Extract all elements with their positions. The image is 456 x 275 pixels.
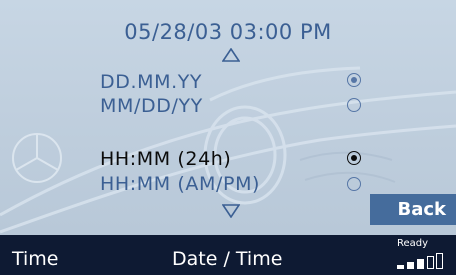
triangle-up-icon[interactable]: [222, 48, 240, 62]
time-format-radio-ampm[interactable]: [347, 177, 361, 191]
current-datetime: 05/28/03 03:00 PM: [124, 20, 332, 44]
time-format-radio-24h[interactable]: [347, 151, 361, 165]
status-label: Ready: [397, 238, 429, 249]
signal-bar-2: [407, 262, 414, 269]
signal-bar-3: [417, 259, 424, 269]
signal-bar-5: [436, 253, 443, 269]
bottom-bar: Time Date / Time Ready: [0, 235, 456, 275]
signal-bar-1: [397, 265, 404, 269]
triangle-down-icon[interactable]: [222, 204, 240, 218]
settings-screen: 05/28/03 03:00 PM DD.MM.YY MM/DD/YY HH:M…: [0, 0, 456, 235]
date-format-radio-ddmmyy[interactable]: [347, 73, 361, 87]
signal-strength-icon: [397, 253, 443, 269]
bottom-bar-section-title: Date / Time: [172, 248, 283, 270]
time-format-option-ampm[interactable]: HH:MM (AM/PM): [100, 173, 260, 195]
date-format-option-ddmmyy[interactable]: DD.MM.YY: [100, 71, 202, 93]
signal-bar-4: [427, 256, 434, 269]
date-format-option-mmddyy[interactable]: MM/DD/YY: [100, 95, 203, 117]
back-button[interactable]: Back: [370, 194, 456, 225]
bottom-bar-time-label[interactable]: Time: [12, 248, 59, 270]
date-format-radio-mmddyy[interactable]: [347, 98, 361, 112]
time-format-option-24h[interactable]: HH:MM (24h): [100, 148, 231, 170]
